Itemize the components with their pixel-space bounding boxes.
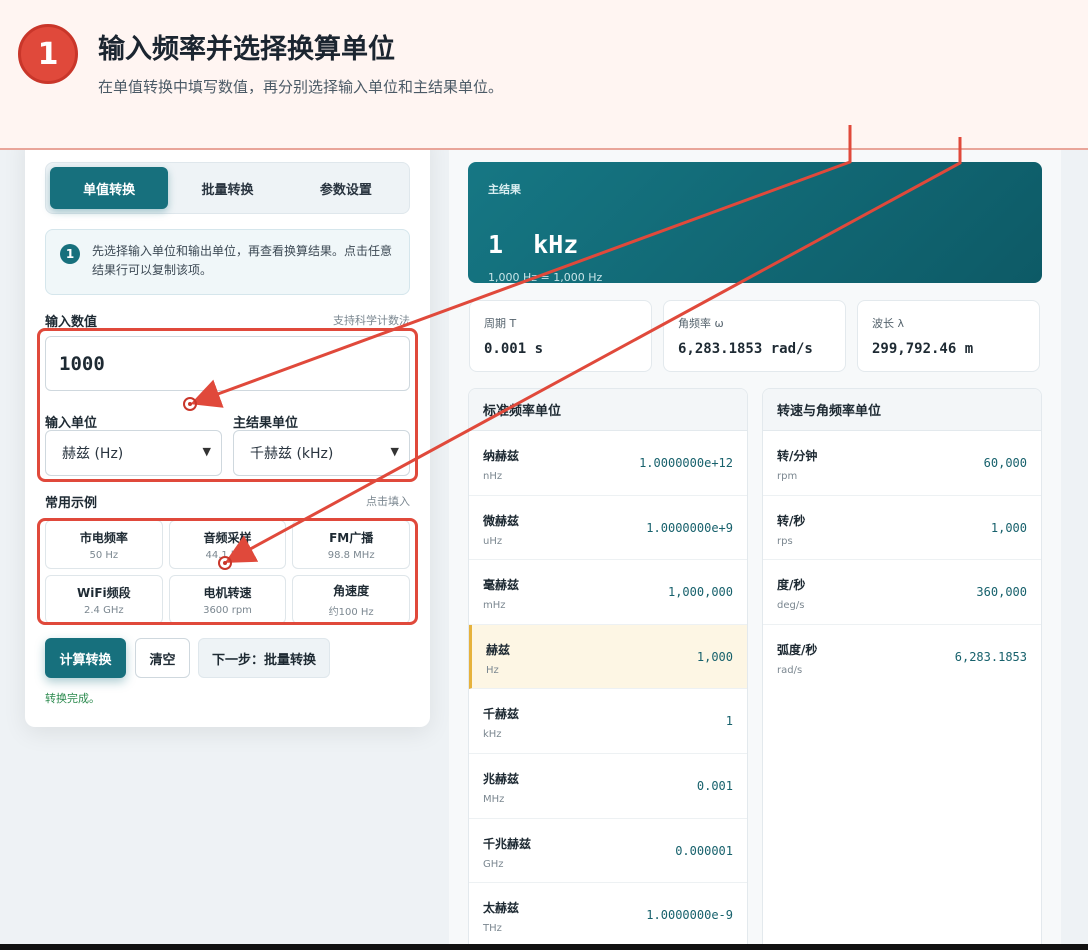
next-step-button[interactable]: 下一步：批量转换	[198, 638, 330, 678]
row-value: 0.000001	[675, 843, 733, 858]
stat-value: 0.001 s	[484, 341, 544, 357]
main-result-value: 1 kHz	[488, 230, 579, 259]
stat-value: 299,792.46 m	[872, 341, 974, 357]
row-name: 毫赫兹	[483, 578, 520, 593]
row-unit: kHz	[483, 729, 502, 741]
row-name: 兆赫兹	[483, 771, 520, 786]
row-unit: MHz	[483, 793, 505, 805]
stat-wavelength[interactable]: 波长 λ 299,792.46 m	[857, 300, 1040, 372]
row-name: 太赫兹	[483, 901, 520, 916]
hint-box: 1 先选择输入单位和输出单位，再查看换算结果。点击任意结果行可以复制该项。	[45, 229, 410, 295]
calculate-button[interactable]: 计算转换	[45, 638, 126, 678]
table-row[interactable]: 兆赫兹 MHz 0.001	[469, 754, 747, 819]
row-name: 千兆赫兹	[483, 836, 532, 851]
row-value: 1.0000000e+9	[646, 520, 733, 535]
row-name: 微赫兹	[483, 513, 520, 528]
row-value: 0.001	[696, 778, 733, 793]
row-unit: mHz	[483, 600, 506, 612]
table-row[interactable]: 千赫兹 kHz 1	[469, 689, 747, 754]
stat-label: 周期 T	[484, 317, 517, 330]
examples-note: 点击填入	[366, 495, 410, 508]
table-row[interactable]: 纳赫兹 nHz 1.0000000e+12	[469, 431, 747, 496]
table-row-selected[interactable]: 赫兹 Hz 1,000	[469, 624, 747, 690]
row-value: 1,000	[990, 520, 1027, 535]
row-unit: uHz	[483, 535, 503, 547]
row-name: 纳赫兹	[483, 449, 520, 463]
table-row[interactable]: 转/分钟 rpm 60,000	[763, 431, 1041, 496]
clear-button[interactable]: 清空	[135, 638, 190, 678]
table-row[interactable]: 弧度/秒 rad/s 6,283.1853	[763, 625, 1041, 690]
standard-units-title: 标准频率单位	[469, 389, 747, 431]
row-unit: THz	[483, 923, 502, 935]
bottom-edge	[0, 944, 1088, 950]
row-value: 360,000	[976, 585, 1027, 600]
standard-units-table: 标准频率单位 纳赫兹 nHz 1.0000000e+12 微赫兹 uHz 1.0…	[468, 388, 748, 950]
row-value: 1	[725, 714, 733, 729]
row-name: 转/分钟	[777, 449, 818, 463]
stat-label: 角频率 ω	[678, 317, 724, 330]
main-result-sub: 1,000 Hz = 1,000 Hz	[488, 271, 603, 284]
annotation-highlight-examples	[37, 518, 418, 625]
row-value: 6,283.1853	[954, 649, 1027, 664]
row-unit: nHz	[483, 471, 503, 482]
table-row[interactable]: 度/秒 deg/s 360,000	[763, 560, 1041, 625]
row-unit: GHz	[483, 858, 504, 870]
row-value: 1.0000000e+12	[639, 456, 733, 470]
table-row[interactable]: 微赫兹 uHz 1.0000000e+9	[469, 496, 747, 561]
row-unit: rpm	[777, 471, 798, 482]
step-number-badge: 1	[18, 24, 78, 84]
table-row[interactable]: 毫赫兹 mHz 1,000,000	[469, 560, 747, 625]
row-name: 弧度/秒	[777, 642, 818, 657]
stat-value: 6,283.1853 rad/s	[678, 341, 813, 357]
row-value: 60,000	[983, 456, 1027, 470]
speed-units-table: 转速与角频率单位 转/分钟 rpm 60,000 转/秒 rps 1,000 度…	[762, 388, 1042, 950]
row-unit: rps	[777, 535, 793, 547]
stat-label: 波长 λ	[872, 317, 905, 330]
results-panel: 主结果 1 kHz 1,000 Hz = 1,000 Hz 周期 T 0.001…	[449, 140, 1061, 950]
main-result-card: 主结果 1 kHz 1,000 Hz = 1,000 Hz	[468, 162, 1042, 284]
table-row[interactable]: 千兆赫兹 GHz 0.000001	[469, 819, 747, 884]
speed-units-title: 转速与角频率单位	[763, 389, 1041, 431]
row-name: 度/秒	[777, 578, 806, 593]
stat-period[interactable]: 周期 T 0.001 s	[469, 300, 652, 372]
tutorial-banner: 1 输入频率并选择换算单位 在单值转换中填写数值，再分别选择输入单位和主结果单位…	[0, 0, 1088, 150]
main-result-label: 主结果	[488, 183, 521, 196]
table-row[interactable]: 转/秒 rps 1,000	[763, 496, 1041, 561]
tutorial-description: 在单值转换中填写数值，再分别选择输入单位和主结果单位。	[98, 78, 504, 96]
tutorial-title: 输入频率并选择换算单位	[98, 34, 395, 65]
row-value: 1,000,000	[667, 585, 733, 600]
tab-batch-convert[interactable]: 批量转换	[168, 167, 286, 209]
stat-angular-frequency[interactable]: 角频率 ω 6,283.1853 rad/s	[663, 300, 846, 372]
mode-tabs: 单值转换 批量转换 参数设置	[45, 162, 410, 214]
tab-settings[interactable]: 参数设置	[287, 167, 405, 209]
tab-single-convert[interactable]: 单值转换	[50, 167, 169, 209]
row-unit: rad/s	[777, 664, 803, 676]
examples-label: 常用示例	[45, 496, 98, 511]
row-unit: deg/s	[777, 600, 805, 612]
table-row[interactable]: 太赫兹 THz 1.0000000e-9	[469, 883, 747, 948]
row-unit: Hz	[486, 664, 499, 676]
hint-number-badge: 1	[60, 244, 80, 264]
row-name: 赫兹	[486, 642, 511, 657]
row-name: 转/秒	[777, 513, 806, 528]
annotation-highlight-inputs	[37, 328, 418, 482]
hint-text: 先选择输入单位和输出单位，再查看换算结果。点击任意结果行可以复制该项。	[92, 244, 393, 277]
status-text: 转换完成。	[45, 692, 100, 705]
row-name: 千赫兹	[483, 707, 520, 722]
row-value: 1,000	[696, 649, 733, 664]
input-value-note: 支持科学计数法	[333, 314, 410, 327]
row-value: 1.0000000e-9	[646, 908, 733, 923]
